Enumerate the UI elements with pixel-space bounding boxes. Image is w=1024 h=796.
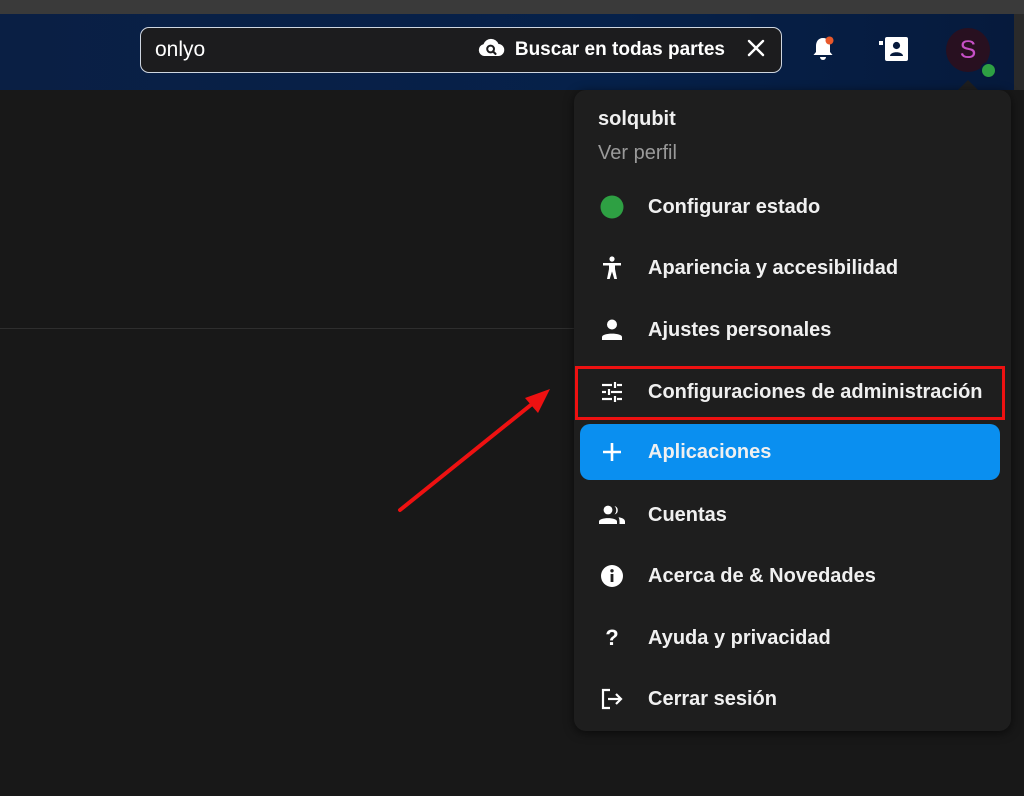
menu-item-label: Apariencia y accesibilidad <box>648 256 899 279</box>
content-divider <box>0 328 574 329</box>
menu-item-label: Configurar estado <box>648 195 821 218</box>
highlight-box-annotation <box>575 366 1005 420</box>
app-header: Buscar en todas partes S <box>0 14 1024 90</box>
menu-item-label: Acerca de & Novedades <box>648 564 876 587</box>
menu-item-appearance[interactable]: Apariencia y accesibilidad <box>580 240 1000 296</box>
notifications-button[interactable] <box>808 36 838 66</box>
annotation-arrow-icon <box>398 389 550 512</box>
search-scope-label: Buscar en todas partes <box>514 39 725 60</box>
menu-item-help[interactable]: ? Ayuda y privacidad <box>580 610 1000 666</box>
cloud-search-icon <box>477 37 505 64</box>
contacts-icon <box>879 34 911 69</box>
window-top-bar <box>0 0 1024 14</box>
menu-item-label: Cuentas <box>648 503 727 526</box>
accounts-icon <box>596 499 628 531</box>
user-name: solqubit <box>598 108 676 130</box>
avatar-letter: S <box>959 35 977 64</box>
menu-item-apps[interactable]: Aplicaciones <box>580 424 1000 480</box>
close-icon <box>747 39 765 62</box>
unified-search-box[interactable]: Buscar en todas partes <box>140 27 782 73</box>
help-icon: ? <box>605 625 619 650</box>
menu-item-logout[interactable]: Cerrar sesión <box>580 671 1000 727</box>
menu-item-label: Ayuda y privacidad <box>648 626 831 649</box>
menu-item-accounts[interactable]: Cuentas <box>580 487 1000 543</box>
bell-icon <box>808 34 838 69</box>
online-status-indicator <box>980 62 997 79</box>
search-scope[interactable]: Buscar en todas partes <box>477 37 725 64</box>
menu-item-personal-settings[interactable]: Ajustes personales <box>580 302 1000 358</box>
status-dot-icon <box>596 191 628 223</box>
menu-item-label: Aplicaciones <box>648 440 772 463</box>
menu-item-label: Cerrar sesión <box>648 687 777 710</box>
logout-icon <box>596 683 628 715</box>
contacts-button[interactable] <box>879 34 911 69</box>
info-icon <box>596 560 628 592</box>
accessibility-icon <box>596 252 628 284</box>
menu-item-about[interactable]: Acerca de & Novedades <box>580 548 1000 604</box>
person-icon <box>596 314 628 346</box>
menu-item-label: Ajustes personales <box>648 318 832 341</box>
view-profile-link[interactable]: Ver perfil <box>598 142 677 165</box>
clear-search-button[interactable] <box>743 37 769 63</box>
menu-caret <box>958 80 978 90</box>
plus-icon <box>596 436 628 468</box>
menu-item-set-status[interactable]: Configurar estado <box>580 179 1000 235</box>
search-input[interactable] <box>141 37 477 63</box>
